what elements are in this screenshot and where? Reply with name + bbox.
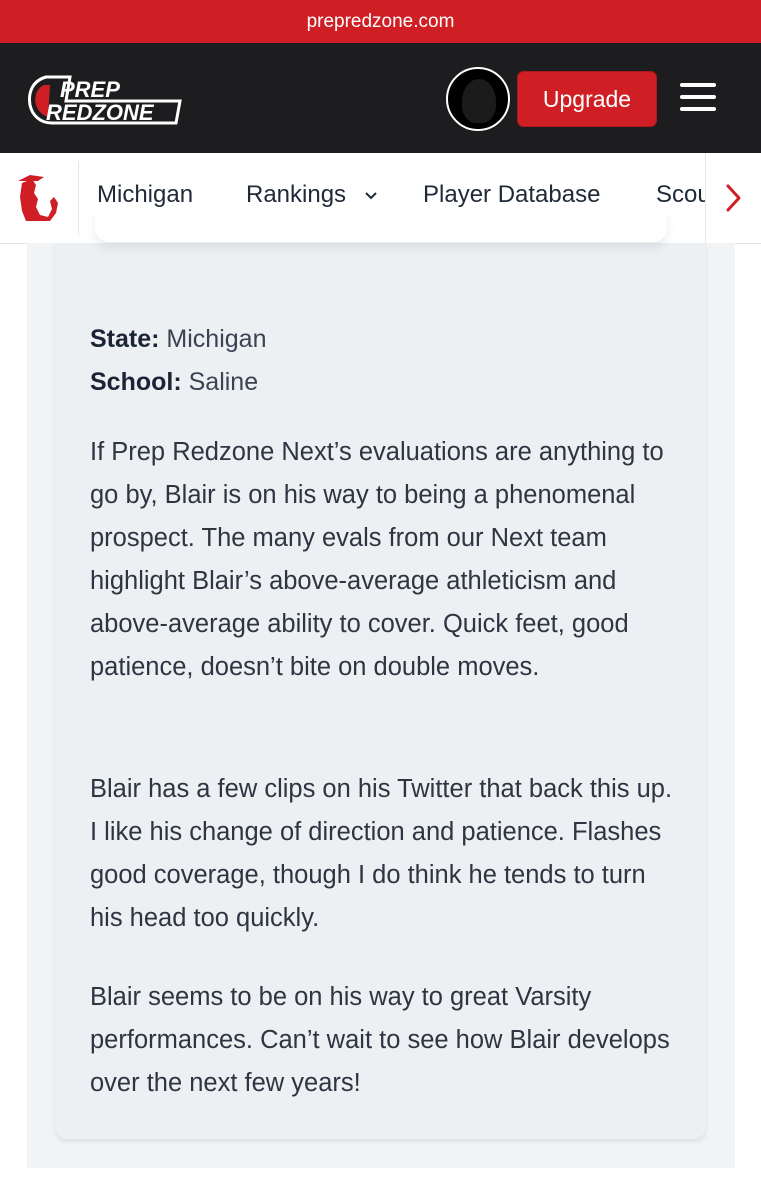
- chevron-down-icon: [365, 191, 377, 200]
- next-section: [27, 1168, 735, 1200]
- avatar-image: [462, 79, 496, 123]
- prep-redzone-logo[interactable]: PREP REDZONE: [26, 71, 182, 127]
- school-row: School: Saline: [90, 361, 266, 404]
- chevron-right-icon: [726, 184, 741, 212]
- url-text: prepredzone.com: [306, 10, 455, 32]
- school-label: School:: [90, 368, 182, 396]
- user-avatar[interactable]: [446, 67, 510, 131]
- svg-text:PREP: PREP: [60, 77, 120, 102]
- state-value: Michigan: [166, 325, 267, 353]
- michigan-state-icon[interactable]: [16, 173, 60, 223]
- nav-item-scouting[interactable]: Scou: [656, 181, 705, 209]
- player-info: State: Michigan School: Saline: [90, 318, 266, 404]
- previous-card-edge: [95, 210, 667, 242]
- hamburger-menu-icon[interactable]: [680, 83, 716, 113]
- state-label: State:: [90, 325, 160, 353]
- url-bar[interactable]: prepredzone.com: [0, 0, 761, 43]
- nav-item-rankings-label: Rankings: [246, 181, 347, 208]
- nav-item-michigan[interactable]: Michigan: [97, 181, 193, 209]
- article-paragraph: Blair seems to be on his way to great Va…: [90, 983, 670, 1097]
- site-header: PREP REDZONE Upgrade: [0, 43, 761, 153]
- state-row: State: Michigan: [90, 318, 266, 361]
- nav-item-player-database[interactable]: Player Database: [423, 181, 600, 209]
- upgrade-label: Upgrade: [542, 85, 632, 112]
- school-value: Saline: [188, 368, 259, 396]
- nav-item-rankings[interactable]: Rankings: [246, 181, 377, 209]
- upgrade-button[interactable]: Upgrade: [517, 71, 657, 127]
- article-paragraph: If Prep Redzone Next’s evaluations are a…: [90, 438, 664, 681]
- article-paragraph: Blair has a few clips on his Twitter tha…: [90, 775, 673, 932]
- svg-text:REDZONE: REDZONE: [46, 100, 155, 125]
- nav-scroll-right-button[interactable]: [705, 153, 761, 243]
- subnav-divider: [78, 161, 79, 235]
